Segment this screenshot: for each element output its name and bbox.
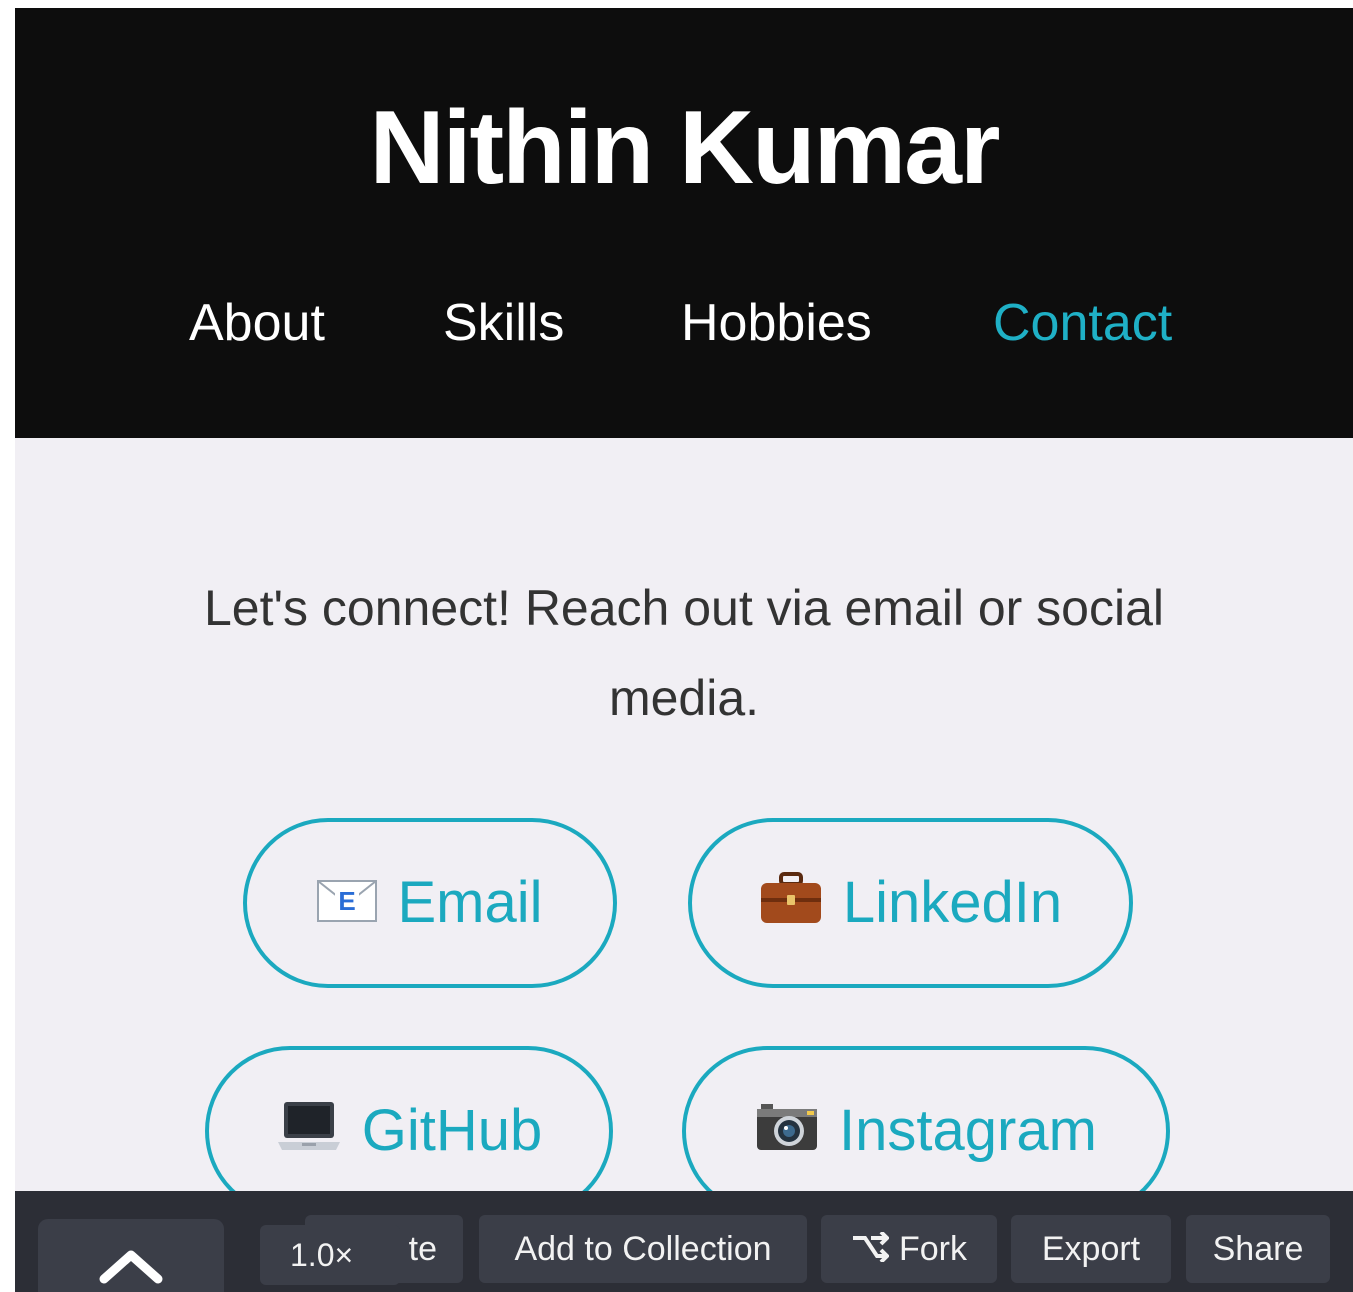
nav-item-skills[interactable]: Skills <box>443 293 564 353</box>
instagram-link-label: Instagram <box>839 1098 1097 1163</box>
envelope-icon: E <box>317 874 378 932</box>
main-nav: About Skills Hobbies Contact <box>15 293 1353 353</box>
nav-item-contact[interactable]: Contact <box>993 293 1172 353</box>
camera-icon <box>755 1100 819 1162</box>
linkedin-link-label: LinkedIn <box>842 870 1063 935</box>
add-to-collection-button[interactable]: Add to Collection <box>479 1215 807 1283</box>
svg-text:E: E <box>339 886 356 916</box>
share-button[interactable]: Share <box>1186 1215 1330 1283</box>
nav-item-about[interactable]: About <box>189 293 325 353</box>
page-frame: Nithin Kumar About Skills Hobbies Contac… <box>15 8 1353 1292</box>
export-button[interactable]: Export <box>1011 1215 1171 1283</box>
chevron-up-icon <box>99 1250 163 1284</box>
fork-label: Fork <box>899 1230 967 1268</box>
site-title: Nithin Kumar <box>369 90 1001 206</box>
zoom-level-indicator: 1.0× <box>260 1225 400 1285</box>
contact-intro: Let's connect! Reach out via email or so… <box>203 580 1165 726</box>
site-header: Nithin Kumar About Skills Hobbies Contac… <box>15 8 1353 438</box>
email-link-button[interactable]: E Email <box>243 818 617 988</box>
nav-item-hobbies[interactable]: Hobbies <box>681 293 872 353</box>
bottom-toolbar: te 1.0× Add to Collection Fork Export Sh… <box>15 1191 1353 1292</box>
linkedin-link-button[interactable]: LinkedIn <box>688 818 1133 988</box>
github-link-label: GitHub <box>361 1098 543 1163</box>
briefcase-icon <box>759 870 823 936</box>
collapse-button[interactable] <box>38 1219 224 1292</box>
laptop-icon <box>276 1100 342 1162</box>
email-link-label: Email <box>397 870 543 935</box>
fork-icon <box>851 1217 890 1285</box>
fork-button[interactable]: Fork <box>821 1215 997 1283</box>
